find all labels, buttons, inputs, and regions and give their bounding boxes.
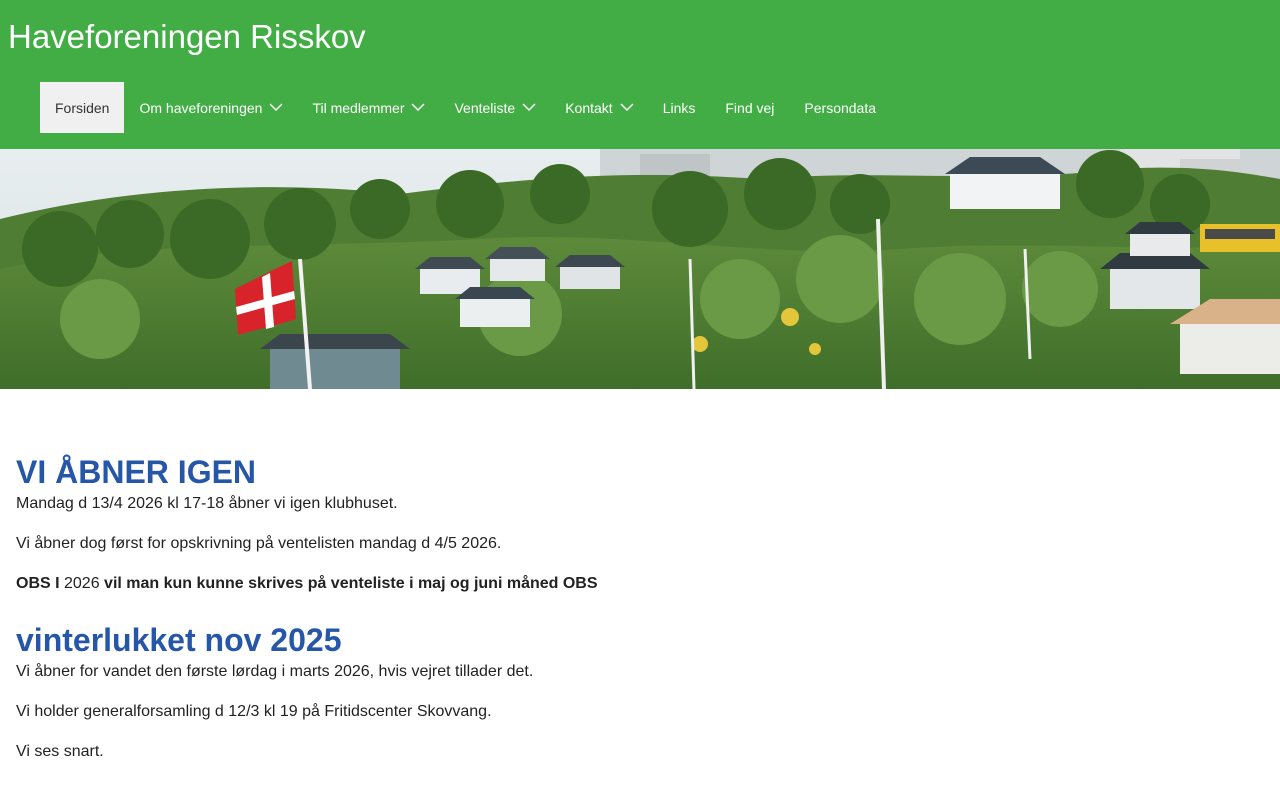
notice-bold-a: OBS I [16,575,60,592]
section-heading: VI ÅBNER IGEN [16,454,257,490]
site-header: Haveforeningen Risskov Forsiden Om havef… [0,0,1280,149]
nav-item-links[interactable]: Links [648,82,711,133]
paragraph: Vi åbner for vandet den første lørdag i … [16,663,534,680]
nav-item-forsiden[interactable]: Forsiden [40,82,125,133]
nav-item-label: Til medlemmer [312,99,405,116]
nav-item-label: Find vej [725,99,775,116]
paragraph: Vi åbner dog først for opskrivning på ve… [16,535,502,552]
nav-item-venteliste[interactable]: Venteliste [439,82,550,133]
nav-item-label: Links [662,99,696,116]
section-winter-closed: vinterlukket nov 2025 Vi åbner for vande… [16,620,1264,762]
chevron-down-icon[interactable] [620,102,634,112]
nav-item-label: Venteliste [454,99,516,116]
notice-year: 2026 [59,575,105,592]
nav-item-om-haveforeningen[interactable]: Om haveforeningen [124,82,297,133]
nav-item-kontakt[interactable]: Kontakt [550,82,647,133]
nav-item-label: Kontakt [565,99,613,116]
main-nav: Forsiden Om haveforeningen Til medlemmer… [40,82,891,133]
nav-item-label: Forsiden [55,99,110,116]
notice-bold-b: vil man kun kunne skrives på venteliste … [104,575,598,592]
site-title[interactable]: Haveforeningen Risskov [8,17,366,57]
paragraph: Vi ses snart. [16,743,104,760]
allotment-garden-photo [0,149,1280,389]
nav-item-label: Om haveforeningen [139,99,263,116]
paragraph: Mandag d 13/4 2026 kl 17-18 åbner vi ige… [16,495,398,512]
chevron-down-icon[interactable] [522,102,536,112]
paragraph-notice: OBS I 2026 vil man kun kunne skrives på … [16,574,1264,594]
nav-item-find-vej[interactable]: Find vej [710,82,789,133]
paragraph: Vi holder generalforsamling d 12/3 kl 19… [16,703,492,720]
nav-item-label: Persondata [804,99,877,116]
chevron-down-icon[interactable] [411,102,426,112]
hero-banner-image [0,149,1280,389]
section-heading: vinterlukket nov 2025 [16,622,342,658]
nav-item-til-medlemmer[interactable]: Til medlemmer [297,82,439,133]
main-content: VI ÅBNER IGEN Mandag d 13/4 2026 kl 17-1… [0,452,1280,762]
nav-item-persondata[interactable]: Persondata [789,82,891,133]
section-reopening: VI ÅBNER IGEN Mandag d 13/4 2026 kl 17-1… [16,452,1264,594]
chevron-down-icon[interactable] [269,102,283,112]
